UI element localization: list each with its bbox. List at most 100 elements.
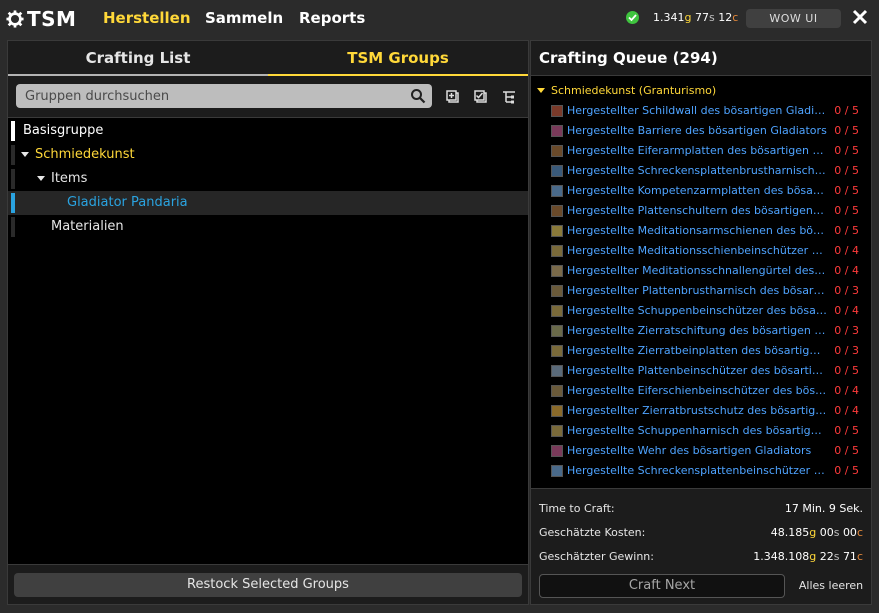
queue-item[interactable]: Hergestellte Schreckensplattenbeinschütz… (531, 461, 871, 481)
tree-row-items[interactable]: Items (8, 167, 528, 191)
queue-item-count: 0 / 4 (834, 244, 859, 257)
close-icon[interactable] (850, 7, 870, 27)
queue-item-name[interactable]: Hergestellter Meditationsschnallengürtel… (567, 261, 827, 281)
queue-item-name[interactable]: Hergestellte Barriere des bösartigen Gla… (567, 121, 827, 141)
queue-item[interactable]: Hergestellte Zierratschiftung des bösart… (531, 321, 871, 341)
selection-bar (11, 193, 15, 213)
queue-item-name[interactable]: Hergestellter Zierratbrustschutz des bös… (567, 401, 827, 421)
queue-item-count: 0 / 5 (834, 124, 859, 137)
tree-row-basisgruppe[interactable]: Basisgruppe (8, 119, 528, 143)
queue-item-name[interactable]: Hergestellte Eiferarmplatten des bösarti… (567, 141, 827, 161)
queue-category[interactable]: Schmiedekunst (Granturismo) (531, 81, 871, 101)
legs-icon (551, 345, 563, 357)
queue-item[interactable]: Hergestellte Kompetenzarmplatten des bös… (531, 181, 871, 201)
queue-item-count: 0 / 5 (834, 424, 859, 437)
tab-crafting-list[interactable]: Crafting List (8, 41, 268, 76)
clear-all-button[interactable]: Alles leeren (795, 574, 867, 598)
wow-ui-button[interactable]: WOW UI (746, 9, 841, 28)
queue-item-name[interactable]: Hergestellte Plattenschultern des bösart… (567, 201, 827, 221)
queue-item[interactable]: Hergestellter Schildwall des bösartigen … (531, 101, 871, 121)
search-input[interactable] (16, 84, 396, 108)
silver-amount: 77 (694, 11, 709, 24)
queue-item-count: 0 / 5 (834, 184, 859, 197)
queue-item[interactable]: Hergestellter Zierratbrustschutz des bös… (531, 401, 871, 421)
queue-item[interactable]: Hergestellte Schuppenbeinschützer des bö… (531, 301, 871, 321)
tab-bar: Crafting List TSM Groups (8, 41, 528, 76)
time-to-craft-label: Time to Craft: (539, 502, 615, 515)
bracer-icon (551, 145, 563, 157)
queue-item[interactable]: Hergestellte Schuppenharnisch des bösart… (531, 421, 871, 441)
queue-item[interactable]: Hergestellte Plattenbeinschützer des bös… (531, 361, 871, 381)
queue-item[interactable]: Hergestellte Barriere des bösartigen Gla… (531, 121, 871, 141)
expand-all-icon[interactable] (446, 90, 460, 104)
crafting-queue-title: Crafting Queue (294) (531, 41, 871, 76)
copper-amount: 12 (718, 11, 733, 24)
queue-item[interactable]: Hergestellte Meditationsarmschienen des … (531, 221, 871, 241)
queue-item-count: 0 / 4 (834, 404, 859, 417)
queue-item[interactable]: Hergestellte Eiferschienbeinschützer des… (531, 381, 871, 401)
time-to-craft-value: 17 Min. 9 Sek. (784, 502, 863, 515)
queue-item-name[interactable]: Hergestellte Wehr des bösartigen Gladiat… (567, 441, 827, 461)
queue-item-name[interactable]: Hergestellte Eiferschienbeinschützer des… (567, 381, 827, 401)
queue-item-name[interactable]: Hergestellte Schuppenbeinschützer des bö… (567, 301, 827, 321)
search-icon[interactable] (410, 88, 426, 104)
right-panel: Crafting Queue (294) Schmiedekunst (Gran… (530, 40, 872, 605)
queue-item-count: 0 / 5 (834, 444, 859, 457)
queue-item[interactable]: Hergestellte Meditationsschienbeinschütz… (531, 241, 871, 261)
queue-item[interactable]: Hergestellte Eiferarmplatten des bösarti… (531, 141, 871, 161)
estimated-cost-value: 48.185g 00s 00c (770, 526, 863, 539)
queue-item-name[interactable]: Hergestellte Schreckensplattenbrustharni… (567, 161, 827, 181)
selection-bar (11, 169, 15, 189)
select-all-icon[interactable] (474, 90, 488, 104)
shield-icon (551, 105, 563, 117)
left-footer: Restock Selected Groups (8, 564, 528, 604)
selection-bar (11, 145, 15, 165)
estimated-profit-label: Geschätzter Gewinn: (539, 550, 654, 563)
collapse-arrow-icon[interactable] (537, 88, 545, 93)
queue-item-name[interactable]: Hergestellter Plattenbrustharnisch des b… (567, 281, 827, 301)
queue-item-name[interactable]: Hergestellter Schildwall des bösartigen … (567, 101, 827, 121)
gold-amount: 1.341 (653, 11, 685, 24)
queue-item-name[interactable]: Hergestellte Zierratschiftung des bösart… (567, 321, 827, 341)
profit-gold: 1.348.108 (753, 550, 810, 563)
estimated-profit-value: 1.348.108g 22s 71c (753, 550, 863, 563)
queue-item-name[interactable]: Hergestellte Plattenbeinschützer des bös… (567, 361, 827, 381)
tree-row-schmiedekunst[interactable]: Schmiedekunst (8, 143, 528, 167)
tree-label: Items (51, 171, 88, 186)
queue-item[interactable]: Hergestellter Plattenbrustharnisch des b… (531, 281, 871, 301)
tree-row-materialien[interactable]: Materialien (8, 215, 528, 239)
tree-row-gladiator-pandaria[interactable]: Gladiator Pandaria (8, 191, 528, 215)
queue-item[interactable]: Hergestellte Zierratbeinplatten des bösa… (531, 341, 871, 361)
collapse-arrow-icon[interactable] (37, 176, 45, 181)
collapse-arrow-icon[interactable] (21, 152, 29, 157)
queue-item-count: 0 / 3 (834, 344, 859, 357)
craft-next-button[interactable]: Craft Next (539, 574, 785, 598)
queue-item[interactable]: Hergestellte Plattenschultern des bösart… (531, 201, 871, 221)
nav-sammeln[interactable]: Sammeln (205, 9, 283, 27)
tree-label: Materialien (51, 219, 124, 234)
queue-item-name[interactable]: Hergestellte Kompetenzarmplatten des bös… (567, 181, 827, 201)
queue-item-name[interactable]: Hergestellte Meditationsschienbeinschütz… (567, 241, 827, 261)
queue-item-count: 0 / 5 (834, 144, 859, 157)
restock-selected-groups-button[interactable]: Restock Selected Groups (14, 573, 522, 597)
nav-herstellen[interactable]: Herstellen (103, 9, 191, 27)
queue-item-name[interactable]: Hergestellte Schuppenharnisch des bösart… (567, 421, 827, 441)
crafting-queue-list[interactable]: Schmiedekunst (Granturismo) Hergestellte… (531, 81, 871, 487)
nav-reports[interactable]: Reports (299, 9, 365, 27)
estimated-cost-row: Geschätzte Kosten: 48.185g 00s 00c (539, 526, 863, 539)
queue-item-name[interactable]: Hergestellte Meditationsarmschienen des … (567, 221, 827, 241)
queue-item[interactable]: Hergestellter Meditationsschnallengürtel… (531, 261, 871, 281)
queue-category-label: Schmiedekunst (Granturismo) (551, 84, 717, 97)
queue-item-name[interactable]: Hergestellte Zierratbeinplatten des bösa… (567, 341, 827, 361)
queue-item-count: 0 / 3 (834, 284, 859, 297)
queue-item-count: 0 / 4 (834, 304, 859, 317)
chest-icon (551, 285, 563, 297)
tab-tsm-groups[interactable]: TSM Groups (268, 41, 528, 76)
queue-item[interactable]: Hergestellte Schreckensplattenbrustharni… (531, 161, 871, 181)
queue-item-name[interactable]: Hergestellte Schreckensplattenbeinschütz… (567, 461, 827, 481)
cost-silver: 00 (819, 526, 834, 539)
status-ok-icon (626, 11, 639, 24)
queue-item[interactable]: Hergestellte Wehr des bösartigen Gladiat… (531, 441, 871, 461)
cost-copper: 00 (842, 526, 857, 539)
group-tree-icon[interactable] (502, 90, 516, 104)
